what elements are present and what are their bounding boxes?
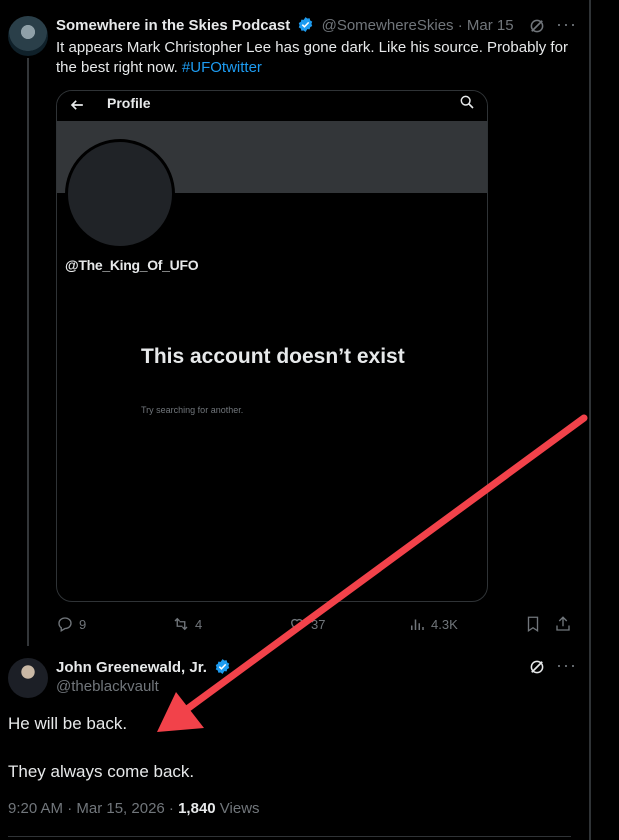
hashtag-link[interactable]: #UFOtwitter [182,59,262,76]
handle[interactable]: @theblackvault [56,678,159,695]
thread-connector-line [27,58,29,646]
like-count: 37 [311,616,326,632]
tweet-timestamp[interactable]: 9:20 AM · Mar 15, 2026 · [8,800,178,817]
tweet-actions: 9 4 37 4.3K [56,612,576,636]
account-missing-message: This account doesn’t exist [141,345,405,368]
bookmark-button[interactable] [524,612,542,636]
separator-dot: · [457,17,463,34]
verified-badge-icon [215,659,230,674]
tweet-line: They always come back. [8,762,195,781]
tweet-text: It appears Mark Christopher Lee has gone… [56,38,576,78]
views-count: 1,840 [178,800,216,817]
grok-icon[interactable] [528,17,546,35]
column-border [589,0,591,840]
tweet-line: He will be back. [8,714,128,733]
share-icon [556,616,570,631]
handle[interactable]: @SomewhereSkies [322,17,454,34]
repost-icon [174,617,188,631]
embedded-profile-header: Profile [57,91,487,121]
display-name[interactable]: John Greenewald, Jr. [56,659,207,676]
avatar[interactable] [8,658,48,698]
heart-icon [291,618,303,631]
embedded-profile-avatar [65,139,175,249]
focused-tweet: John Greenewald, Jr. @theblackvault ··· … [0,646,589,840]
back-arrow-icon [70,100,83,110]
tweet-date[interactable]: Mar 15 [467,17,514,34]
views-button[interactable]: 4.3K [408,612,458,636]
avatar[interactable] [8,16,48,56]
share-button[interactable] [554,612,572,636]
repost-button[interactable]: 4 [172,612,202,636]
more-options-icon[interactable]: ··· [556,14,576,34]
search-icon [460,95,474,109]
reply-icon [58,617,72,632]
reply-count: 9 [79,616,87,632]
tweet-meta: 9:20 AM · Mar 15, 2026 · 1,840 Views [8,800,260,817]
display-name[interactable]: Somewhere in the Skies Podcast [56,17,290,34]
views-label: Views [215,800,260,817]
embedded-profile-title: Profile [107,95,151,111]
more-options-icon[interactable]: ··· [556,655,576,675]
embedded-profile-handle: @The_King_Of_UFO [65,257,199,273]
views-chart-icon [411,619,424,630]
tweet-text: He will be back. They always come back. [8,712,568,808]
tweet-media-screenshot[interactable]: Profile @The_King_Of_UFO This account do… [56,90,488,602]
author-name-row: John Greenewald, Jr. [56,658,234,676]
tweet-body: It appears Mark Christopher Lee has gone… [56,39,568,76]
account-missing-hint: Try searching for another. [141,405,244,415]
like-button[interactable]: 37 [288,612,325,636]
repost-count: 4 [195,616,203,632]
tweet-header: Somewhere in the Skies Podcast @Somewher… [56,16,576,36]
conversation-column: Somewhere in the Skies Podcast @Somewher… [0,0,589,840]
verified-badge-icon [299,17,313,32]
views-count: 4.3K [431,616,458,632]
grok-icon[interactable] [528,658,546,676]
divider [8,836,571,837]
reply-button[interactable]: 9 [56,612,86,636]
quoted-thread-tweet[interactable]: Somewhere in the Skies Podcast @Somewher… [0,0,589,646]
bookmark-icon [527,616,539,633]
